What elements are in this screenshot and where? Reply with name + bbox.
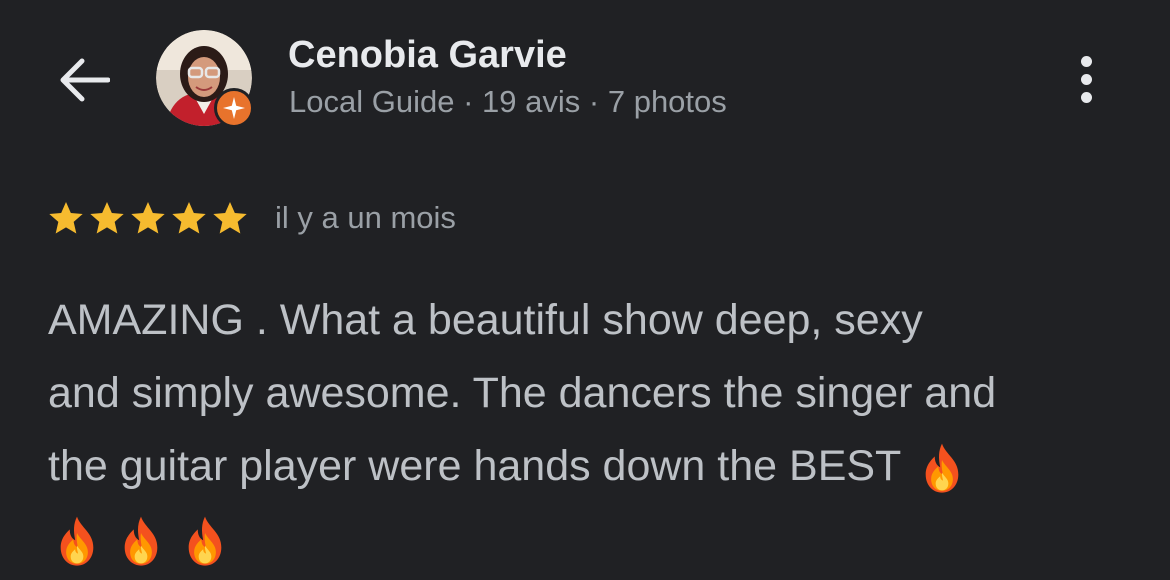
review-text-line: the guitar player were hands down the BE… bbox=[48, 430, 1128, 503]
review-text-line-content: AMAZING . What a beautiful show deep, se… bbox=[48, 296, 923, 344]
star-icon bbox=[131, 202, 165, 234]
meta-separator: · bbox=[463, 84, 474, 119]
review-text-line bbox=[48, 503, 1128, 576]
fire-emoji-icon bbox=[124, 516, 158, 566]
more-vertical-icon bbox=[1080, 73, 1092, 85]
fire-emoji-slot bbox=[176, 515, 240, 566]
review-text-line: and simply awesome. The dancers the sing… bbox=[48, 357, 1128, 430]
star-icon bbox=[213, 202, 247, 234]
star-icon bbox=[49, 202, 83, 234]
review-text-line-content: and simply awesome. The dancers the sing… bbox=[48, 369, 997, 417]
fire-emoji-icon bbox=[188, 516, 222, 566]
fire-emoji-slot bbox=[913, 442, 977, 493]
review-date: il y a un mois bbox=[275, 200, 456, 235]
star-rating bbox=[46, 199, 250, 239]
meta-separator: · bbox=[588, 84, 600, 119]
reviewer-role: Local Guide bbox=[289, 84, 455, 119]
star-icon bbox=[90, 202, 124, 234]
fire-emoji-icon bbox=[60, 516, 94, 566]
back-button[interactable] bbox=[52, 52, 116, 108]
more-vertical-icon bbox=[1080, 55, 1092, 67]
review-text-line: AMAZING . What a beautiful show deep, se… bbox=[48, 284, 1128, 357]
arrow-left-icon bbox=[60, 58, 110, 102]
local-guide-star-icon bbox=[223, 97, 245, 119]
fire-emoji-slot bbox=[48, 515, 112, 566]
reviewer-avatar-container[interactable] bbox=[156, 30, 254, 128]
star-icon bbox=[172, 202, 206, 234]
review-text: AMAZING . What a beautiful show deep, se… bbox=[48, 284, 1128, 576]
fire-emoji-slot bbox=[112, 515, 176, 566]
fire-emoji-icon bbox=[925, 443, 958, 493]
reviewer-name[interactable]: Cenobia Garvie bbox=[288, 34, 567, 77]
review-count: 19 avis bbox=[482, 84, 581, 119]
more-vertical-icon bbox=[1080, 91, 1092, 103]
more-options-button[interactable] bbox=[1062, 48, 1110, 110]
local-guide-badge bbox=[214, 88, 254, 128]
review-screen: Cenobia Garvie Local Guide · 19 avis · 7… bbox=[0, 0, 1170, 580]
review-text-line-content: the guitar player were hands down the BE… bbox=[48, 442, 913, 490]
photo-count: 7 photos bbox=[607, 84, 727, 119]
reviewer-meta[interactable]: Local Guide · 19 avis · 7 photos bbox=[289, 84, 727, 120]
